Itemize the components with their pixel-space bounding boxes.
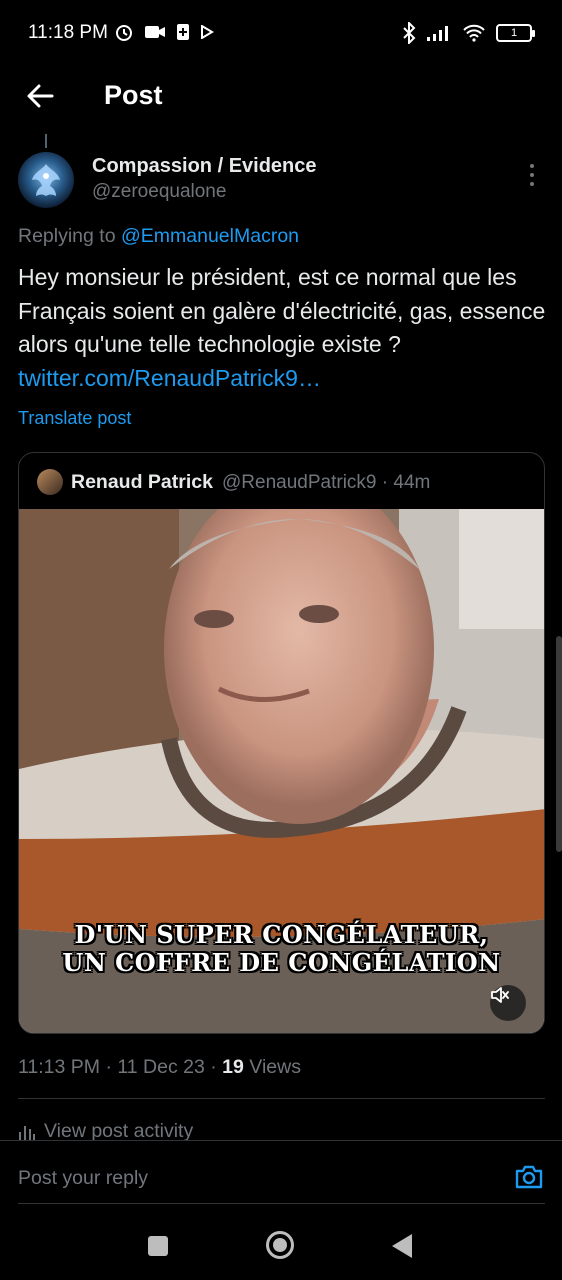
video-caption: D'UN SUPER CONGÉLATEUR, UN COFFRE DE CON… <box>19 921 544 977</box>
video-player[interactable]: D'UN SUPER CONGÉLATEUR, UN COFFRE DE CON… <box>19 509 544 1033</box>
replying-to-prefix: Replying to <box>18 225 116 247</box>
post-text: Hey monsieur le président, est ce normal… <box>18 264 546 357</box>
status-icons-right: 1 <box>402 22 535 44</box>
back-arrow-icon[interactable] <box>24 80 56 112</box>
replying-to-mention[interactable]: @EmmanuelMacron <box>121 225 299 247</box>
thread-connector-line <box>45 134 47 148</box>
post-time: 11:13 PM <box>18 1056 101 1078</box>
quoted-author-handle: @RenaudPatrick9 <box>222 472 377 493</box>
page-title: Post <box>104 80 163 110</box>
quoted-author-meta: @RenaudPatrick9 · 44m <box>222 472 430 494</box>
reply-input-underline <box>18 1203 545 1204</box>
video-camera-icon <box>145 26 165 38</box>
meta-separator: · <box>210 1056 223 1078</box>
video-caption-line-1: D'UN SUPER CONGÉLATEUR, <box>74 920 489 949</box>
quoted-post-header: Renaud Patrick @RenaudPatrick9 · 44m <box>19 453 544 509</box>
wifi-icon <box>463 24 485 42</box>
analytics-bars-icon <box>19 1125 35 1140</box>
scrollbar[interactable] <box>556 636 562 852</box>
post-link[interactable]: twitter.com/RenaudPatrick9… <box>18 365 321 391</box>
recents-button[interactable] <box>148 1236 168 1256</box>
status-bar: 11:18 PM 1 <box>0 0 562 64</box>
quoted-post-card[interactable]: Renaud Patrick @RenaudPatrick9 · 44m D'U… <box>18 452 545 1034</box>
divider <box>18 1098 545 1099</box>
system-back-button[interactable] <box>392 1234 412 1258</box>
meta-separator: · <box>105 1056 118 1078</box>
play-store-icon <box>201 25 214 39</box>
video-caption-line-2: UN COFFRE DE CONGÉLATION <box>62 948 501 977</box>
views-count: 19 <box>222 1056 244 1078</box>
status-time: 11:18 PM <box>28 22 108 43</box>
signal-icon <box>427 26 448 41</box>
camera-icon[interactable] <box>514 1163 544 1191</box>
system-navigation-bar <box>0 1210 562 1280</box>
phoenix-emblem-icon <box>32 164 60 196</box>
sim-icon <box>177 24 189 40</box>
quoted-post-age: 44m <box>393 472 431 493</box>
quoted-author-name: Renaud Patrick <box>71 471 213 493</box>
alarm-icon <box>116 25 132 41</box>
quoted-author-avatar <box>37 469 63 495</box>
post-timestamp-views: 11:13 PM · 11 Dec 23 · 19 Views <box>18 1056 301 1079</box>
author-display-name[interactable]: Compassion / Evidence <box>92 155 317 178</box>
replying-to: Replying to @EmmanuelMacron <box>18 225 299 248</box>
post-body: Hey monsieur le président, est ce normal… <box>18 261 548 395</box>
meta-separator: · <box>381 472 394 493</box>
author-avatar[interactable] <box>18 152 74 208</box>
bluetooth-icon <box>403 22 416 44</box>
author-handle[interactable]: @zeroequalone <box>92 181 226 203</box>
post-date: 11 Dec 23 <box>117 1056 205 1078</box>
translate-post-link[interactable]: Translate post <box>18 408 131 429</box>
battery-icon: 1 <box>496 24 535 42</box>
top-app-bar: Post <box>0 64 562 126</box>
home-button[interactable] <box>266 1231 294 1259</box>
more-options-icon[interactable] <box>522 164 542 186</box>
volume-muted-icon <box>491 987 509 1003</box>
views-label: Views <box>249 1056 301 1078</box>
reply-input[interactable]: Post your reply <box>18 1167 148 1190</box>
reply-composer: Post your reply <box>0 1140 562 1208</box>
status-icons-left <box>114 22 214 42</box>
mute-toggle-button[interactable] <box>490 985 526 1021</box>
